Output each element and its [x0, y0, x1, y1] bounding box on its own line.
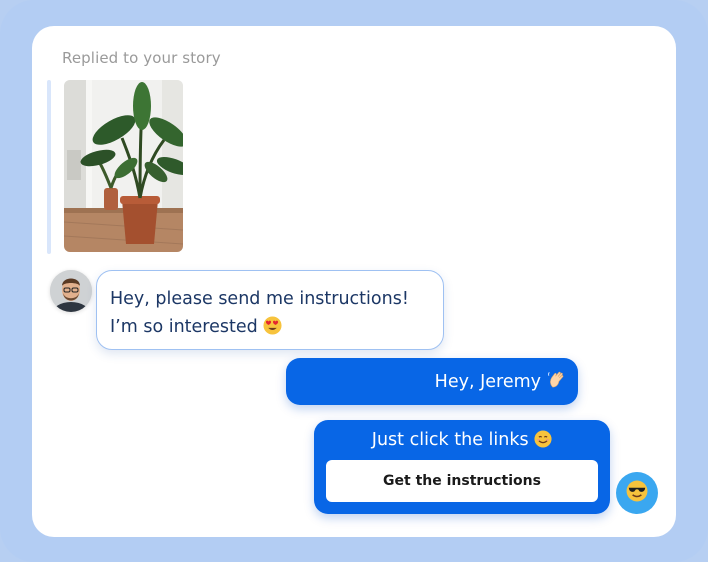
user-avatar-photo-icon: [50, 270, 92, 312]
incoming-message-line-2: I’m so interested: [110, 317, 258, 337]
user-avatar[interactable]: [50, 270, 92, 312]
outgoing-links-text: Just click the links: [371, 430, 529, 450]
get-instructions-button[interactable]: Get the instructions: [326, 460, 598, 502]
replied-to-story-label: Replied to your story: [62, 49, 221, 67]
outgoing-links-message: Just click the links Get the instruction…: [314, 420, 610, 514]
story-quote-bar: [47, 80, 51, 254]
smiling-face-emoji-icon: [534, 430, 552, 453]
waving-hand-emoji-icon: [547, 370, 566, 394]
outgoing-greeting-text: Hey, Jeremy: [434, 371, 541, 392]
bot-avatar[interactable]: [616, 472, 658, 514]
story-image[interactable]: [64, 80, 183, 252]
incoming-message-line-1: Hey, please send me instructions!: [110, 289, 409, 309]
outgoing-greeting-message: Hey, Jeremy: [286, 358, 578, 405]
chat-card: Replied to your story Hey, please send m…: [32, 26, 676, 537]
heart-eyes-emoji-icon: [263, 316, 282, 344]
sunglasses-emoji-icon: [626, 480, 648, 506]
incoming-message: Hey, please send me instructions! I’m so…: [96, 270, 444, 350]
potted-plant-photo-icon: [64, 80, 183, 252]
